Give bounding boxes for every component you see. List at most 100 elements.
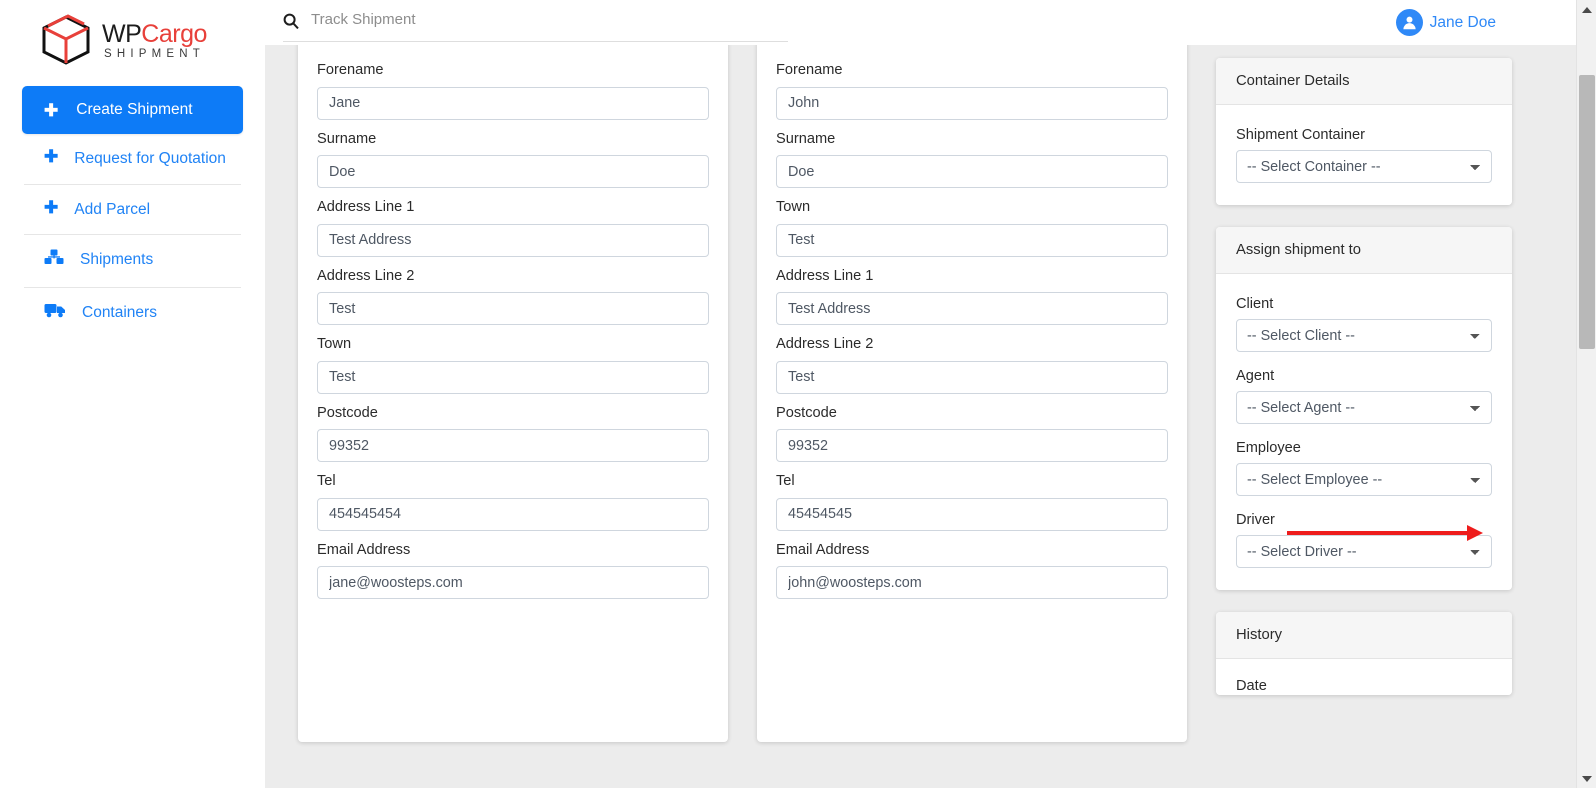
town-input[interactable] [317, 360, 709, 394]
field-label: Email Address [776, 541, 870, 558]
sidebar-item-create-shipment[interactable]: ✚ Create Shipment [22, 86, 243, 134]
email-input[interactable] [317, 566, 709, 599]
address-line-1-input[interactable] [317, 223, 709, 257]
sidebar-item-label: Shipments [80, 251, 154, 269]
plus-icon: ✚ [44, 197, 59, 217]
driver-label: Driver [1236, 512, 1275, 528]
field-label: Address Line 2 [317, 267, 415, 284]
form-field: Tel [317, 473, 709, 531]
form-field: Forename [317, 62, 709, 120]
form-field: Address Line 2 [317, 267, 709, 325]
field-label: Surname [776, 130, 836, 147]
brand-name-wp: WP [102, 19, 142, 48]
scrollbar-thumb[interactable] [1579, 75, 1595, 349]
shipment-container-select[interactable]: -- Select Container -- [1236, 150, 1492, 183]
field-label: Postcode [776, 404, 837, 421]
brand-subtitle: SHIPMENT [104, 47, 206, 60]
brand-logo[interactable]: WPCargo SHIPMENT [0, 0, 265, 76]
field-label: Tel [317, 473, 336, 489]
form-field: Town [317, 336, 709, 394]
sidebar-item-label: Add Parcel [74, 200, 151, 218]
surname-input[interactable] [776, 155, 1168, 188]
sender-form-card: Forename Surname Address Line 1 Address … [298, 45, 728, 742]
form-field: Forename [776, 62, 1168, 120]
form-field: Address Line 1 [776, 267, 1168, 325]
address-line-1-input[interactable] [776, 292, 1168, 325]
postcode-input[interactable] [776, 429, 1168, 462]
panel-title: Container Details [1216, 58, 1512, 105]
form-field: Town [776, 199, 1168, 257]
field-label: Town [317, 336, 352, 352]
driver-select[interactable]: -- Select Driver -- [1236, 535, 1492, 568]
form-field: Surname [776, 130, 1168, 188]
main-area: Jane Doe Forename Surname Address [265, 0, 1596, 788]
user-name: Jane Doe [1429, 13, 1496, 31]
panel-body: Date [1216, 659, 1512, 695]
plus-icon: ✚ [44, 147, 59, 166]
field-label: Address Line 1 [776, 267, 874, 284]
postcode-input[interactable] [317, 429, 709, 462]
user-menu[interactable]: Jane Doe [1395, 9, 1496, 36]
boxes-icon [44, 249, 64, 274]
assign-shipment-panel: Assign shipment to Client -- Select Clie… [1216, 227, 1512, 590]
agent-select[interactable]: -- Select Agent -- [1236, 391, 1492, 424]
agent-label: Agent [1236, 368, 1275, 384]
email-input[interactable] [776, 566, 1168, 599]
town-input[interactable] [776, 223, 1168, 257]
sidebar-item-add-parcel[interactable]: ✚ Add Parcel [22, 185, 243, 235]
topbar: Jane Doe [265, 0, 1596, 45]
vertical-scrollbar[interactable] [1576, 0, 1596, 788]
track-shipment-search[interactable] [283, 4, 788, 42]
employee-label: Employee [1236, 440, 1301, 456]
shipment-container-label: Shipment Container [1236, 127, 1365, 143]
search-input[interactable] [311, 10, 788, 32]
form-field: Tel [776, 473, 1168, 531]
address-line-2-input[interactable] [317, 292, 709, 325]
sidebar-item-label: Request for Quotation [74, 150, 226, 167]
cargo-box-icon [38, 14, 94, 66]
chevron-up-icon [1581, 6, 1592, 13]
scroll-down-button[interactable] [1577, 769, 1596, 788]
sidebar: WPCargo SHIPMENT ✚ Create Shipment ✚ Req… [0, 0, 265, 788]
field-label: Postcode [317, 404, 378, 421]
panel-title: History [1216, 612, 1512, 659]
brand-name-cargo: Cargo [141, 19, 207, 48]
form-field: Postcode [776, 404, 1168, 462]
sidebar-item-label: Create Shipment [76, 101, 193, 118]
sidebar-item-containers[interactable]: Containers [22, 288, 243, 339]
right-rail: Container Details Shipment Container -- … [1216, 45, 1512, 788]
tel-input[interactable] [776, 497, 1168, 531]
form-field: Email Address [317, 542, 709, 599]
field-label: Forename [317, 62, 384, 78]
content-columns: Forename Surname Address Line 1 Address … [265, 45, 1576, 788]
form-field: Surname [317, 131, 709, 188]
container-details-panel: Container Details Shipment Container -- … [1216, 58, 1512, 205]
client-select[interactable]: -- Select Client -- [1236, 319, 1492, 352]
field-label: Town [776, 199, 811, 215]
history-panel: History Date [1216, 612, 1512, 695]
tel-input[interactable] [317, 497, 709, 531]
client-label: Client [1236, 296, 1274, 312]
address-line-2-input[interactable] [776, 360, 1168, 394]
employee-select[interactable]: -- Select Employee -- [1236, 463, 1492, 496]
content-area: Forename Surname Address Line 1 Address … [265, 45, 1576, 788]
panel-body: Client -- Select Client -- Agent -- Sele… [1216, 274, 1512, 590]
form-field: Email Address [776, 541, 1168, 599]
sidebar-item-request-for-quotation[interactable]: ✚ Request for Quotation [22, 134, 243, 184]
search-icon [283, 13, 299, 29]
sidebar-item-shipments[interactable]: Shipments [22, 235, 243, 287]
surname-input[interactable] [317, 155, 709, 188]
field-label: Address Line 2 [776, 336, 874, 352]
user-avatar-icon [1395, 9, 1423, 36]
truck-icon [44, 302, 66, 326]
field-label: Tel [776, 473, 795, 489]
form-field: Address Line 1 [317, 199, 709, 257]
panel-title: Assign shipment to [1216, 227, 1512, 274]
forename-input[interactable] [317, 86, 709, 120]
forename-input[interactable] [776, 86, 1168, 120]
scroll-up-button[interactable] [1577, 0, 1596, 19]
field-label: Forename [776, 62, 843, 78]
sidebar-nav: ✚ Create Shipment ✚ Request for Quotatio… [0, 76, 265, 338]
chevron-down-icon [1581, 775, 1592, 782]
receiver-form-card: Forename Surname Town Address Line 1 [757, 45, 1187, 742]
